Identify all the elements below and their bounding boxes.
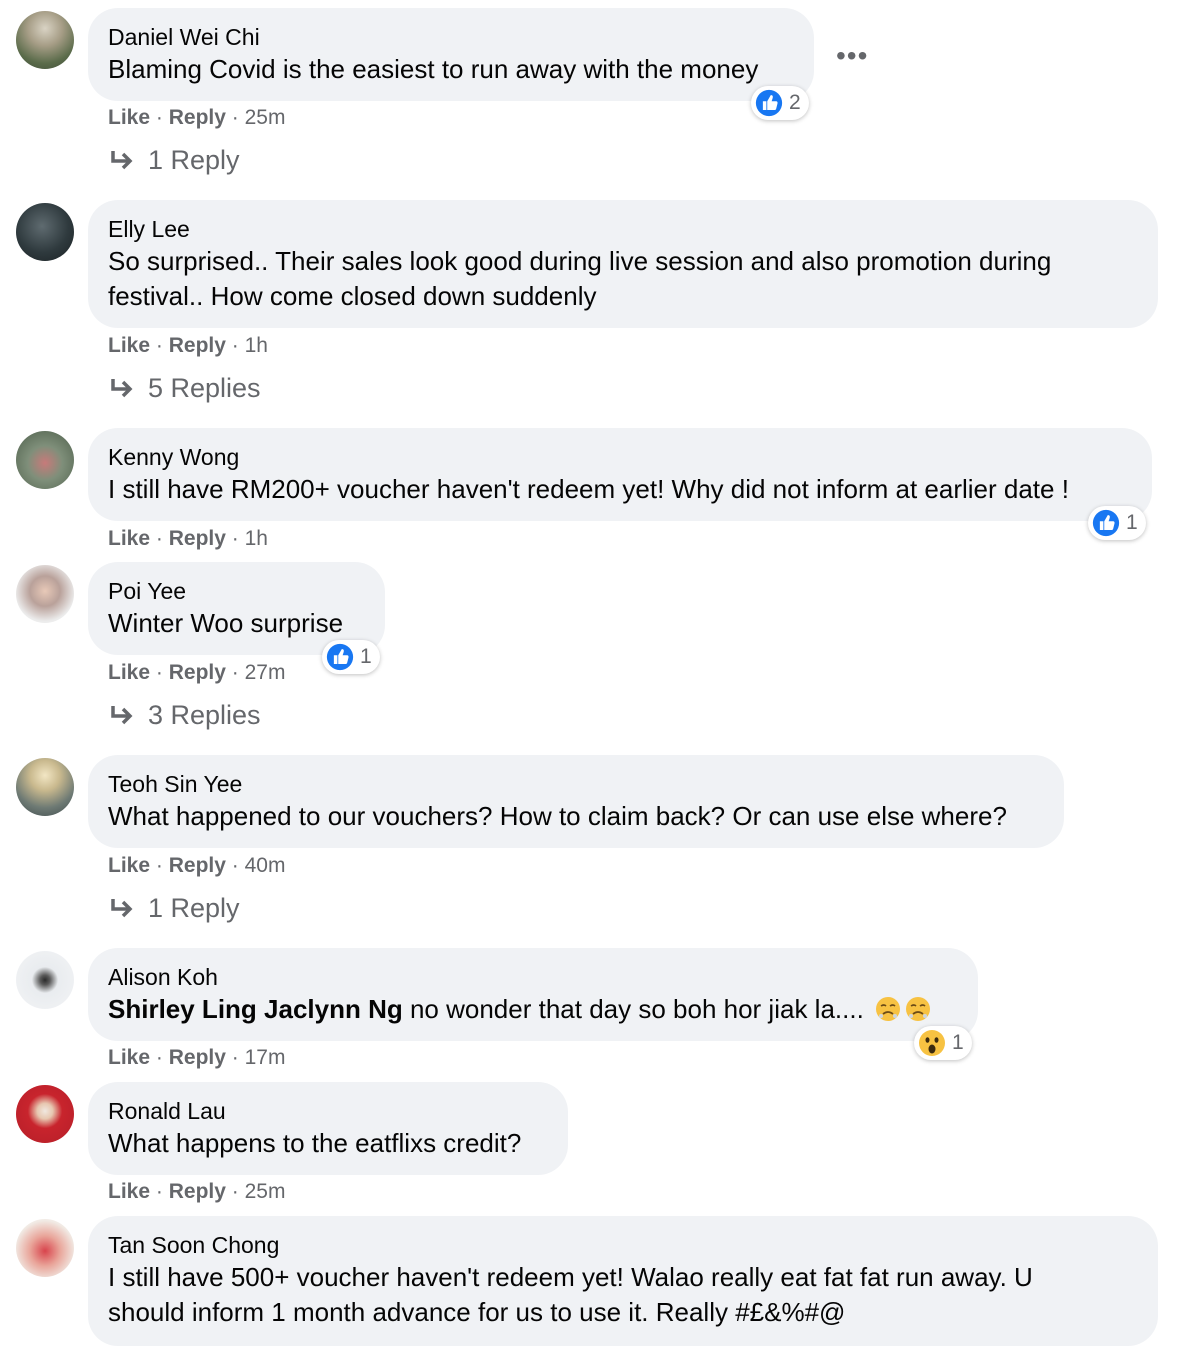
comment-bubble: Teoh Sin Yee What happened to our vouche… [88,755,1064,848]
huffing-face-emoji-icon [875,996,901,1031]
like-link[interactable]: Like [108,661,150,684]
comment-text: What happens to the eatflixs credit? [108,1128,522,1158]
avatar[interactable] [16,758,74,816]
comment-actions: Like · Reply · 1h [108,527,268,550]
timestamp[interactable]: 25m [245,106,286,129]
like-link[interactable]: Like [108,527,150,550]
comment-actions: Like · Reply · 25m [108,1180,286,1203]
reply-link[interactable]: Reply [169,854,226,877]
reply-link[interactable]: Reply [169,1180,226,1203]
avatar[interactable] [16,11,74,69]
wow-emoji-icon [918,1029,946,1057]
comment-actions: Like · Reply · 25m [108,106,286,129]
like-link[interactable]: Like [108,334,150,357]
comment-text-line-2: festival.. How come closed down suddenly [108,281,597,311]
mention-link[interactable]: Shirley Ling Jaclynn Ng [108,994,403,1024]
reply-link[interactable]: Reply [169,1046,226,1069]
reply-link[interactable]: Reply [169,661,226,684]
more-options-icon[interactable]: ••• [836,40,868,72]
comment-bubble: Alison Koh Shirley Ling Jaclynn Ng no wo… [88,948,978,1041]
commenter-name[interactable]: Elly Lee [108,216,190,243]
comment-actions: Like · Reply · 17m [108,1046,286,1069]
comment-text-line-1: I still have 500+ voucher haven't redeem… [108,1262,1033,1292]
reply-link[interactable]: Reply [169,106,226,129]
comment-bubble: Elly Lee So surprised.. Their sales look… [88,200,1158,328]
timestamp[interactable]: 17m [245,1046,286,1069]
avatar[interactable] [16,951,74,1009]
view-replies-link[interactable]: 1 Reply [108,893,240,924]
reply-arrow-icon [108,375,136,403]
like-link[interactable]: Like [108,1046,150,1069]
view-replies-link[interactable]: 5 Replies [108,373,261,404]
comment-text: Blaming Covid is the easiest to run away… [108,54,759,84]
comment-text: Winter Woo surprise [108,608,344,638]
view-replies-link[interactable]: 3 Replies [108,700,261,731]
avatar[interactable] [16,565,74,623]
reaction-count-badge[interactable]: 1 [322,640,380,674]
like-thumb-icon [326,643,354,671]
timestamp[interactable]: 27m [245,661,286,684]
comment-text-line-1: So surprised.. Their sales look good dur… [108,246,1052,276]
avatar[interactable] [16,1219,74,1277]
like-thumb-icon [1092,509,1120,537]
commenter-name[interactable]: Teoh Sin Yee [108,771,242,798]
like-link[interactable]: Like [108,1180,150,1203]
reply-arrow-icon [108,702,136,730]
reaction-count-badge[interactable]: 1 [914,1026,972,1060]
comment-bubble: Daniel Wei Chi Blaming Covid is the easi… [88,8,814,101]
commenter-name[interactable]: Ronald Lau [108,1098,226,1125]
comment-actions: Like · Reply · 1h [108,334,268,357]
like-thumb-icon [755,89,783,117]
comment-bubble: Tan Soon Chong I still have 500+ voucher… [88,1216,1158,1346]
avatar[interactable] [16,203,74,261]
like-link[interactable]: Like [108,106,150,129]
comment-text: What happened to our vouchers? How to cl… [108,801,1007,831]
commenter-name[interactable]: Alison Koh [108,964,218,991]
avatar[interactable] [16,1085,74,1143]
reaction-count-badge[interactable]: 1 [1088,506,1146,540]
timestamp[interactable]: 40m [245,854,286,877]
timestamp[interactable]: 1h [245,334,268,357]
comment-actions: Like · Reply · 27m [108,661,286,684]
comment-text: Shirley Ling Jaclynn Ng no wonder that d… [108,992,931,1031]
like-link[interactable]: Like [108,854,150,877]
commenter-name[interactable]: Daniel Wei Chi [108,24,260,51]
timestamp[interactable]: 1h [245,527,268,550]
commenter-name[interactable]: Poi Yee [108,578,186,605]
reply-arrow-icon [108,147,136,175]
comment-actions: Like · Reply · 40m [108,854,286,877]
commenter-name[interactable]: Kenny Wong [108,444,239,471]
comment-text: I still have RM200+ voucher haven't rede… [108,474,1069,504]
commenter-name[interactable]: Tan Soon Chong [108,1232,279,1259]
comment-bubble: Ronald Lau What happens to the eatflixs … [88,1082,568,1175]
view-replies-link[interactable]: 1 Reply [108,145,240,176]
reply-link[interactable]: Reply [169,334,226,357]
timestamp[interactable]: 25m [245,1180,286,1203]
reply-link[interactable]: Reply [169,527,226,550]
comment-bubble: Kenny Wong I still have RM200+ voucher h… [88,428,1152,521]
reaction-count-badge[interactable]: 2 [751,86,809,120]
comment-text-line-2: should inform 1 month advance for us to … [108,1297,846,1327]
avatar[interactable] [16,431,74,489]
reply-arrow-icon [108,895,136,923]
